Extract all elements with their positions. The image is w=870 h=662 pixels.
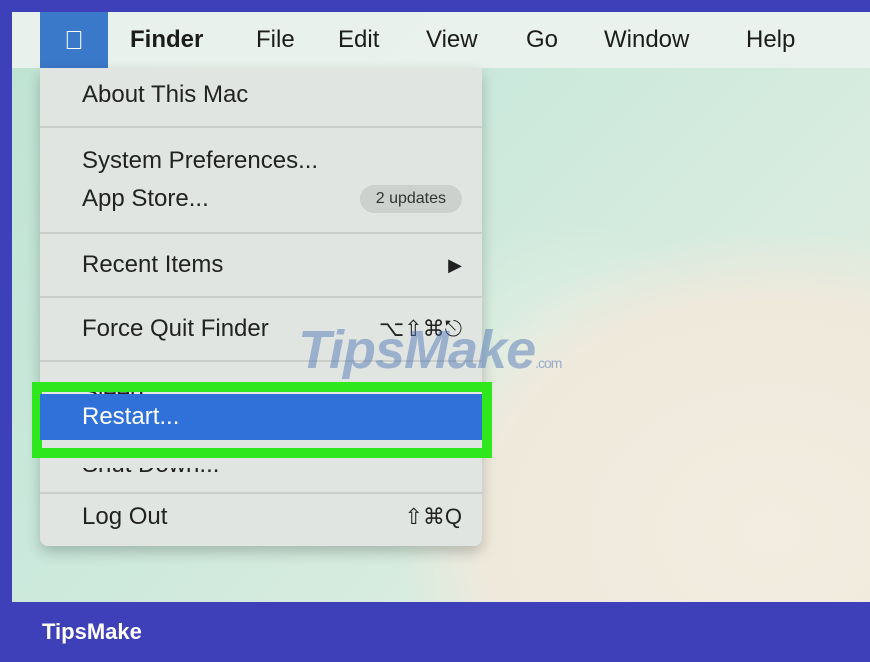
menu-item-about[interactable]: About This Mac <box>40 72 482 118</box>
menu-item-label: Force Quit Finder <box>82 315 269 342</box>
menubar-go[interactable]: Go <box>526 12 558 68</box>
apple-icon:  <box>40 12 108 68</box>
menubar-file[interactable]: File <box>256 12 295 68</box>
submenu-arrow-icon: ▶ <box>448 255 462 275</box>
updates-badge: 2 updates <box>359 185 462 213</box>
apple-menu-button[interactable]:  <box>40 12 108 68</box>
menu-bar:  Finder File Edit View Go Window Help <box>12 12 870 68</box>
menubar-window[interactable]: Window <box>604 12 689 68</box>
menu-item-label: Log Out <box>82 503 168 530</box>
menu-item-label: Recent Items <box>82 251 224 278</box>
menu-item-label: Shut Down... <box>82 468 219 488</box>
menu-item-label: Restart... <box>82 403 180 430</box>
footer-brand: TipsMake <box>42 619 142 644</box>
menubar-edit[interactable]: Edit <box>338 12 379 68</box>
menubar-help[interactable]: Help <box>746 12 795 68</box>
apple-dropdown-menu: About This Mac System Preferences... App… <box>40 68 482 546</box>
menubar-view[interactable]: View <box>426 12 478 68</box>
footer-bar: TipsMake <box>0 602 870 662</box>
watermark: TipsMake.com <box>298 320 562 380</box>
menu-separator <box>40 296 482 298</box>
desktop-screen:  Finder File Edit View Go Window Help A… <box>12 12 870 602</box>
menu-item-restart[interactable]: Restart... <box>40 394 482 440</box>
article-frame:  Finder File Edit View Go Window Help A… <box>0 0 870 662</box>
menu-item-label: About This Mac <box>82 81 249 108</box>
log-out-shortcut: ⇧⌘Q <box>404 504 462 529</box>
menu-separator <box>40 126 482 128</box>
menu-separator <box>40 232 482 234</box>
menu-item-app-store[interactable]: App Store... 2 updates <box>40 176 482 222</box>
menu-item-shut-down[interactable]: Shut Down... <box>40 468 482 490</box>
menubar-finder[interactable]: Finder <box>130 12 203 68</box>
menu-item-label: App Store... <box>82 185 209 212</box>
menu-item-recent-items[interactable]: Recent Items ▶ <box>40 242 482 288</box>
menu-item-log-out[interactable]: Log Out ⇧⌘Q <box>40 494 482 540</box>
